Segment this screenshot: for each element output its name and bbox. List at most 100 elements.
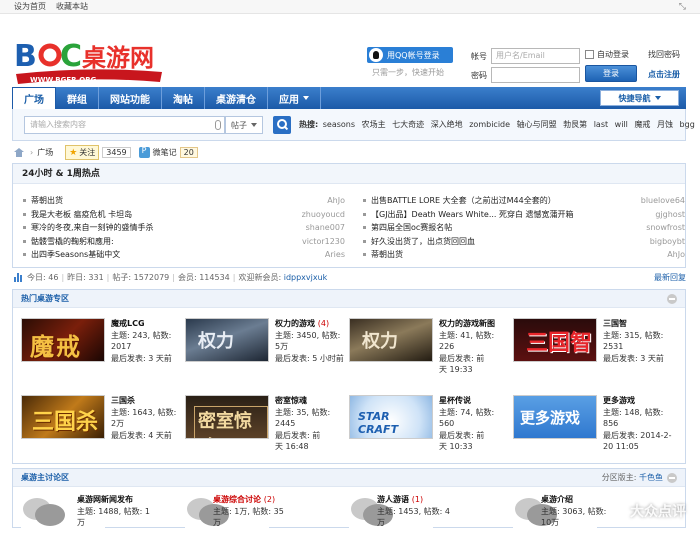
search-input[interactable]: 请输入搜索内容 <box>24 116 225 134</box>
list-item[interactable]: 出售BATTLE LORE 大全套（之前出过M44全套的） bluelove64 <box>363 194 685 208</box>
hot-word[interactable]: 七大奇迹 <box>392 120 424 129</box>
hot-word[interactable]: 农场主 <box>362 120 386 129</box>
qq-login-button[interactable]: 用QQ帐号登录 <box>367 47 453 63</box>
nav-item-apps[interactable]: 应用 <box>268 87 321 109</box>
nav-item-groups[interactable]: 群组 <box>56 87 99 109</box>
list-item[interactable]: 骷髅雪橇的鞠躬和應用: victor1230 <box>23 235 345 249</box>
note-icon <box>138 146 150 158</box>
list-item[interactable]: 第四届全国oc赛报名帖 snowfrost <box>363 221 685 235</box>
list-item[interactable]: 【GJ出品】Death Wears White... 死穿白 遗憾宽蒲开箱 gjg… <box>363 208 685 222</box>
list-item[interactable]: 出四季Seasons基础中文 Aries <box>23 248 345 262</box>
account-label: 帐号 <box>471 52 487 61</box>
password-input[interactable] <box>491 67 580 83</box>
account-input[interactable]: 用户名/Email <box>491 48 580 64</box>
expand-icon[interactable]: ⤡ <box>679 2 686 12</box>
svg-text:WWW.BGER.ORG: WWW.BGER.ORG <box>30 76 97 84</box>
hot-word[interactable]: seasons <box>323 120 355 129</box>
hot-search-label: 热搜: <box>299 120 319 129</box>
forum-card[interactable]: 游人游语 (1) 主题: 1453, 帖数: 4万 <box>349 494 513 556</box>
forum-thumbnail[interactable]: 权力 <box>349 318 433 362</box>
forum-name[interactable]: 密室惊魂 <box>275 395 351 407</box>
hot-word[interactable]: 深入绝地 <box>431 120 463 129</box>
breadcrumb: › 广场 ★ 关注 3459 微笔记 20 <box>14 145 198 160</box>
register-link[interactable]: 点击注册 <box>648 69 680 80</box>
bookmark-link[interactable]: 收藏本站 <box>56 1 88 12</box>
forum-card[interactable]: 权力 权力的游戏新图 主题: 41, 帖数: 226 最后发表: 前天 19:33 <box>349 318 513 380</box>
forum-card[interactable]: 更多游戏 更多游戏 主题: 148, 帖数: 856 最后发表: 2014-2- 20… <box>513 395 677 457</box>
microphone-icon[interactable] <box>215 120 221 130</box>
nav-item-clearance[interactable]: 桌游清仓 <box>205 87 268 109</box>
set-home-link[interactable]: 设为首页 <box>14 1 46 12</box>
auto-login-checkbox[interactable]: 自动登录 <box>585 49 629 60</box>
new-member-link[interactable]: idppxvjxuk <box>284 273 328 282</box>
list-item[interactable]: 蒂朝出货 AhJo <box>363 248 685 262</box>
forum-card[interactable]: 权力 权力的游戏 (4) 主题: 3450, 帖数: 5万 最后发表: 5 小时前 <box>185 318 349 380</box>
section-title[interactable]: 桌游主讨论区 分区版主: 千色鱼 <box>13 469 685 487</box>
forum-name[interactable]: 星杯传说 <box>439 395 515 407</box>
watermark: 大众点评 <box>630 504 686 520</box>
list-item[interactable]: 蒂朝出货 AhJo <box>23 194 345 208</box>
forum-name[interactable]: 权力的游戏新图 <box>439 318 515 330</box>
follow-button[interactable]: ★ 关注 <box>65 145 100 160</box>
members-count: 114534 <box>199 273 230 282</box>
forum-name[interactable]: 更多游戏 <box>603 395 679 407</box>
search-button[interactable] <box>273 116 291 134</box>
forum-thumbnail[interactable]: 魔戒 <box>21 318 105 362</box>
hot-word[interactable]: 魔戒 <box>634 120 650 129</box>
forum-card[interactable]: 三国杀 三国杀 主题: 1643, 帖数: 2万 最后发表: 4 天前 <box>21 395 185 457</box>
forum-name[interactable]: 桌游网新闻发布 <box>77 494 153 506</box>
hot-list-left: 蒂朝出货 AhJo 我是大老板 瘟疫危机 卡坦岛 zhuoyoucd 寒冷的冬夜,来… <box>23 194 345 262</box>
forum-name[interactable]: 桌游综合讨论 (2) <box>213 494 289 506</box>
hot-word[interactable]: will <box>615 120 628 129</box>
quick-nav-button[interactable]: 快捷导航 <box>600 90 679 106</box>
forum-name[interactable]: 权力的游戏 (4) <box>275 318 351 330</box>
section-title[interactable]: 热门桌游专区 <box>13 290 685 308</box>
forum-card[interactable]: 桌游网新闻发布 主题: 1488, 帖数: 1万 <box>21 494 185 556</box>
micro-note-link[interactable]: 微笔记 <box>153 147 177 158</box>
star-icon: ★ <box>69 147 78 158</box>
chevron-down-icon <box>303 96 309 100</box>
home-icon[interactable] <box>14 148 24 157</box>
find-password-link[interactable]: 找回密码 <box>648 49 680 60</box>
forum-card[interactable]: STAR CRAFT 星杯传说 主题: 74, 帖数: 560 最后发表: 前天 1… <box>349 395 513 457</box>
forum-thumbnail[interactable]: STAR CRAFT <box>349 395 433 439</box>
nav-item-plaza[interactable]: 广场 <box>12 87 56 109</box>
forum-name[interactable]: 桌游介绍 <box>541 494 617 506</box>
forum-card[interactable]: 三国智 三国智 主题: 315, 帖数: 2531 最后发表: 3 天前 <box>513 318 677 380</box>
forum-thumbnail[interactable]: 权力 <box>185 318 269 362</box>
hot-word[interactable]: 月蚀 <box>657 120 673 129</box>
list-item[interactable]: 寒冷的冬夜,来自一刻钟的盛情手杀 shane007 <box>23 221 345 235</box>
hot-word[interactable]: 勃艮第 <box>563 120 587 129</box>
forum-card[interactable]: 桌游综合讨论 (2) 主题: 1万, 帖数: 35万 <box>185 494 349 556</box>
forum-thumbnail[interactable]: 更多游戏 <box>513 395 597 439</box>
moderator-link[interactable]: 千色鱼 <box>639 473 663 482</box>
forum-name[interactable]: 魔戒LCG <box>111 318 187 330</box>
search-type-select[interactable]: 帖子 <box>225 116 263 134</box>
collapse-icon[interactable] <box>667 294 677 304</box>
forum-thumbnail[interactable]: 三国智 <box>513 318 597 362</box>
forum-name[interactable]: 游人游语 (1) <box>377 494 453 506</box>
site-logo[interactable]: B C 桌游网 WWW.BGER.ORG <box>12 36 172 90</box>
forum-thumbnail[interactable]: 三国杀 <box>21 395 105 439</box>
forum-name[interactable]: 三国智 <box>603 318 679 330</box>
header: B C 桌游网 WWW.BGER.ORG 用QQ帐号登录 只需一步，快速开始 帐… <box>0 14 700 84</box>
stats-icon <box>14 273 23 282</box>
hot-word[interactable]: bgg <box>680 120 695 129</box>
nav-item-features[interactable]: 网站功能 <box>99 87 162 109</box>
forum-name[interactable]: 三国杀 <box>111 395 187 407</box>
nav-item-collections[interactable]: 淘帖 <box>162 87 205 109</box>
top-bar: 设为首页 收藏本站 ⤡ <box>0 0 700 14</box>
forum-thumbnail[interactable]: 密室惊魂 <box>185 395 269 439</box>
hot-word[interactable]: 轴心与同盟 <box>517 120 557 129</box>
hot-word[interactable]: last <box>594 120 608 129</box>
collapse-icon[interactable] <box>667 473 677 483</box>
list-item[interactable]: 我是大老板 瘟疫危机 卡坦岛 zhuoyoucd <box>23 208 345 222</box>
login-button[interactable]: 登录 <box>585 65 637 82</box>
latest-replies-link[interactable]: 最新回复 <box>654 272 686 283</box>
list-item[interactable]: 好久没出货了，出点货回回血 bigboybt <box>363 235 685 249</box>
svg-text:桌游网: 桌游网 <box>82 44 154 72</box>
follow-count: 3459 <box>102 147 131 158</box>
forum-card[interactable]: 密室惊魂 密室惊魂 主题: 35, 帖数:2445最后发表: 前天 16:48 <box>185 395 349 457</box>
hot-word[interactable]: zombicide <box>469 120 510 129</box>
forum-card[interactable]: 魔戒 魔戒LCG 主题: 243, 帖数: 2017 最后发表: 3 天前 <box>21 318 185 380</box>
